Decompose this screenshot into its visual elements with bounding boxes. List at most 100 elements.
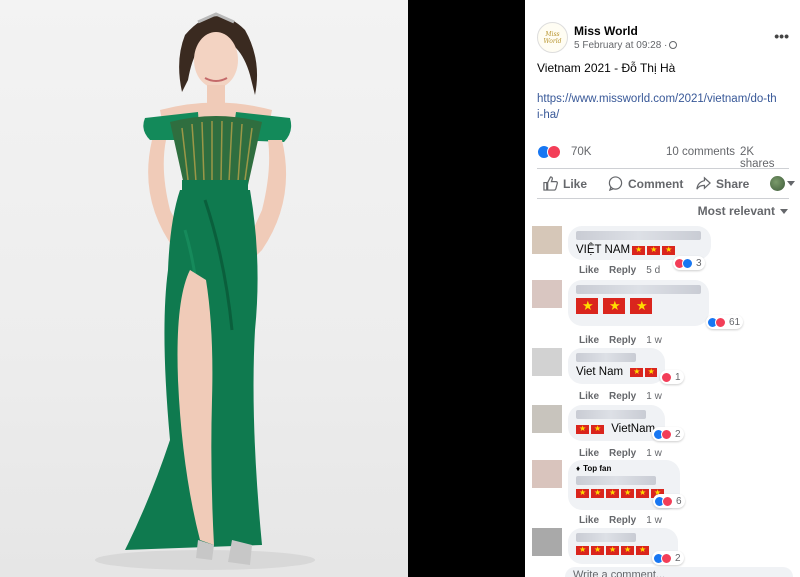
vietnam-flag-icon: [576, 422, 589, 436]
comment-like-link[interactable]: Like: [579, 335, 599, 346]
vietnam-flag-icon: [576, 486, 589, 500]
diamond-icon: ♦: [576, 464, 581, 473]
page-logo[interactable]: Miss World: [537, 22, 568, 53]
vietnam-flag-icon: [644, 365, 657, 379]
vietnam-flag-icon: [662, 243, 676, 257]
more-options-icon[interactable]: •••: [774, 28, 789, 44]
like-reaction-icon: [682, 257, 693, 269]
vietnam-flag-icon: [621, 486, 634, 500]
comment-reactions[interactable]: 6: [653, 494, 685, 508]
post-header: Miss World Miss World 5 February at 09:2…: [537, 22, 797, 56]
vietnam-flag-icon: [591, 422, 604, 436]
post-timestamp[interactable]: 5 February at 09:28 ·: [574, 40, 678, 51]
comments-count[interactable]: 10 comments: [666, 146, 735, 158]
page-name[interactable]: Miss World: [574, 24, 638, 38]
vietnam-flag-icon: [606, 543, 619, 557]
love-reaction-icon: [662, 495, 673, 507]
divider: [537, 198, 789, 199]
avatar[interactable]: [532, 405, 562, 433]
comment-reactions[interactable]: 2: [652, 427, 684, 441]
comment-reply-link[interactable]: Reply: [609, 448, 636, 459]
commenter-name[interactable]: [576, 285, 701, 294]
commenter-name[interactable]: [576, 476, 656, 485]
post-text: Vietnam 2021 - Đỗ Thị Hà: [537, 61, 676, 75]
comment-meta: Like Reply 1 w: [579, 448, 662, 459]
comment-like-link[interactable]: Like: [579, 515, 599, 526]
post-photo[interactable]: [0, 0, 408, 577]
vietnam-flag-icon: [647, 243, 661, 257]
avatar[interactable]: [532, 348, 562, 376]
love-reaction-icon: [547, 145, 561, 159]
vietnam-flag-icon: [636, 486, 649, 500]
vietnam-flag-icon: [630, 365, 643, 379]
avatar[interactable]: [532, 226, 562, 254]
reaction-count[interactable]: 70K: [571, 146, 591, 158]
comment-reply-link[interactable]: Reply: [609, 515, 636, 526]
comment-time[interactable]: 5 d: [646, 265, 660, 276]
comment-bubble: VietNam: [568, 405, 665, 441]
reaction-icons[interactable]: [537, 145, 561, 162]
avatar[interactable]: [532, 280, 562, 308]
avatar: [770, 176, 785, 191]
top-fan-badge: ♦ Top fan: [576, 464, 612, 473]
love-reaction-icon: [661, 371, 672, 383]
comment-meta: Like Reply 5 d: [579, 265, 660, 276]
like-button[interactable]: Like: [543, 176, 587, 191]
love-reaction-icon: [661, 552, 672, 564]
avatar[interactable]: [532, 460, 562, 488]
chevron-down-icon: [787, 181, 795, 186]
divider: [537, 168, 789, 169]
comment-bubble: Viet Nam: [568, 348, 665, 384]
comment-like-link[interactable]: Like: [579, 391, 599, 402]
comment-like-link[interactable]: Like: [579, 448, 599, 459]
comment-reply-link[interactable]: Reply: [609, 335, 636, 346]
comment-time[interactable]: 1 w: [646, 335, 662, 346]
vietnam-flag-icon: [576, 297, 598, 315]
vietnam-flag-icon: [636, 543, 649, 557]
comment-text: [576, 297, 701, 315]
comment-time[interactable]: 1 w: [646, 391, 662, 402]
comment-sort-dropdown[interactable]: Most relevant: [698, 204, 788, 218]
post-link[interactable]: https://www.missworld.com/2021/vietnam/d…: [537, 91, 777, 123]
comment-reply-link[interactable]: Reply: [609, 265, 636, 276]
commenter-name[interactable]: [576, 410, 646, 419]
vietnam-flag-icon: [603, 297, 625, 315]
shares-count[interactable]: 2K shares: [740, 146, 789, 170]
write-comment-input[interactable]: Write a comment...: [565, 567, 793, 577]
comment-meta: Like Reply 1 w: [579, 335, 662, 346]
comment-bubble: [568, 280, 709, 326]
vietnam-flag-icon: [576, 543, 589, 557]
comment-time[interactable]: 1 w: [646, 515, 662, 526]
photo-viewer: Miss World Miss World 5 February at 09:2…: [0, 0, 800, 577]
commenter-name[interactable]: [576, 231, 701, 240]
reactions-summary: 70K 10 comments 2K shares: [537, 145, 789, 170]
comment-reactions[interactable]: 61: [706, 315, 744, 329]
comment-reactions[interactable]: 1: [660, 370, 684, 384]
model-illustration: [95, 12, 315, 570]
vietnam-flag-icon: [630, 297, 652, 315]
avatar[interactable]: [532, 528, 562, 556]
love-reaction-icon: [661, 428, 672, 440]
share-button[interactable]: Share: [696, 176, 749, 191]
post-actions: Like Comment Share: [537, 172, 795, 198]
post-panel: Miss World Miss World 5 February at 09:2…: [525, 0, 800, 577]
comment-like-link[interactable]: Like: [579, 265, 599, 276]
globe-icon: [669, 41, 678, 49]
love-reaction-icon: [715, 316, 726, 328]
vietnam-flag-icon: [621, 543, 634, 557]
comment-reactions[interactable]: 2: [652, 551, 684, 565]
comment-meta: Like Reply 1 w: [579, 391, 662, 402]
reaction-as-selector[interactable]: [770, 176, 795, 191]
commenter-name[interactable]: [576, 533, 636, 542]
vietnam-flag-icon: [591, 486, 604, 500]
commenter-name[interactable]: [576, 353, 636, 362]
comment-text: VIỆT NAM: [576, 243, 703, 257]
comment-button[interactable]: Comment: [608, 176, 683, 191]
thumbs-up-icon: [543, 176, 558, 191]
comment-reactions[interactable]: 3: [673, 256, 705, 270]
vietnam-flag-icon: [591, 543, 604, 557]
comment-reply-link[interactable]: Reply: [609, 391, 636, 402]
chevron-down-icon: [780, 208, 788, 214]
comment-time[interactable]: 1 w: [646, 448, 662, 459]
vietnam-flag-icon: [632, 243, 646, 257]
